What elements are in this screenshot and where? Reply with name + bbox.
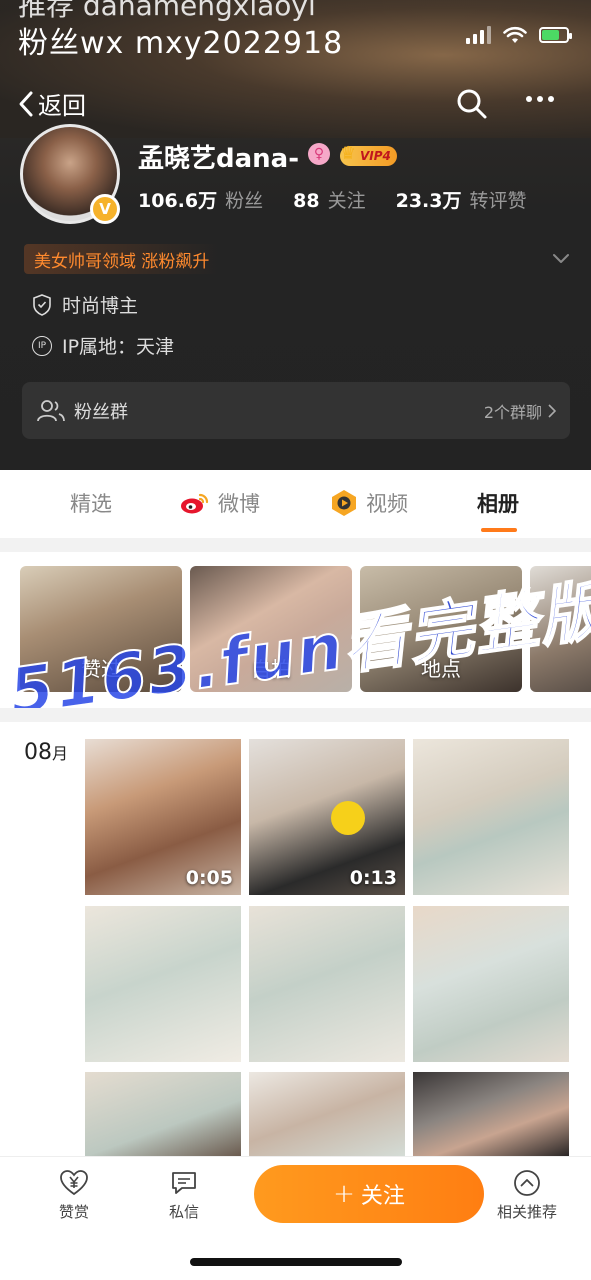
chevron-up-circle-icon (514, 1170, 540, 1196)
emoji-sticker (331, 801, 365, 835)
stat-label: 转评赞 (469, 190, 527, 212)
group-count-text: 2个群聊 (483, 402, 542, 422)
message-label: 私信 (168, 1203, 199, 1221)
grid-item[interactable] (413, 1072, 569, 1156)
chevron-down-icon (553, 254, 569, 263)
grid-item[interactable]: 0:13 (249, 739, 405, 895)
tab-label: 微博 (218, 492, 260, 516)
grid-item[interactable] (85, 906, 241, 1062)
dot-icon (537, 96, 543, 102)
grid-item[interactable]: 0:05 (85, 739, 241, 895)
tab-featured[interactable]: 精选 (70, 488, 112, 518)
vip-label: VIP4 (360, 149, 391, 163)
fan-group-count: 2个群聊 (484, 399, 556, 423)
signal-icon (466, 26, 491, 44)
battery-icon (539, 27, 572, 43)
video-duration: 0:05 (185, 867, 233, 889)
shield-check-icon (33, 293, 51, 316)
search-button[interactable] (456, 88, 488, 124)
top-nav: 返回 (0, 82, 591, 128)
dot-icon (526, 96, 532, 102)
profile-stats: 106.6万 粉丝 88 关注 23.3万 转评赞 (138, 186, 527, 213)
overlay-caption: 粉丝wx mxy2022918 (18, 26, 344, 61)
fan-group-label: 粉丝群 (74, 401, 128, 423)
tab-album[interactable]: 相册 (477, 488, 519, 518)
message-icon (172, 1172, 196, 1194)
group-icon (37, 399, 65, 421)
message-button[interactable]: 私信 (144, 1169, 224, 1222)
plus-icon: + (333, 1179, 355, 1209)
divider (0, 708, 591, 722)
stat-following[interactable]: 88 关注 (293, 186, 365, 213)
home-indicator[interactable] (190, 1258, 402, 1266)
profile-name: 孟晓艺dana- (138, 144, 300, 174)
chevron-left-icon (19, 91, 33, 116)
related-label: 相关推荐 (496, 1203, 557, 1221)
status-bar (466, 26, 572, 44)
back-label: 返回 (38, 92, 86, 120)
active-tab-indicator (481, 528, 517, 532)
grid-item[interactable] (85, 1072, 241, 1156)
month-heading: 08月 (24, 740, 68, 765)
follow-label: 关注 (360, 1184, 405, 1209)
expand-button[interactable] (552, 250, 570, 269)
tab-video[interactable]: 视频 (330, 488, 408, 518)
stat-value: 106.6万 (138, 190, 218, 212)
month-number: 08 (24, 740, 52, 765)
more-button[interactable] (526, 96, 554, 102)
profile-tag: 时尚博主 (62, 295, 139, 317)
search-icon (457, 89, 487, 119)
tab-weibo[interactable]: 微博 (180, 488, 260, 518)
divider (0, 538, 591, 552)
ip-icon: IP (32, 335, 52, 356)
crown-icon: ♛ (340, 143, 357, 164)
stat-value: 88 (293, 190, 320, 212)
video-duration: 0:13 (349, 867, 397, 889)
ranking-tagline[interactable]: 美女帅哥领域 涨粉飙升 (24, 244, 220, 274)
ip-location: IP属地：天津 (62, 336, 175, 358)
wifi-icon (503, 26, 527, 43)
related-button[interactable]: 相关推荐 (487, 1169, 567, 1222)
vip-badge[interactable]: ♛ VIP4 (340, 143, 397, 166)
stat-engagement[interactable]: 23.3万 转评赞 (396, 186, 527, 213)
female-icon: ♀ (308, 143, 330, 165)
video-icon (332, 490, 356, 516)
month-suffix: 月 (52, 744, 69, 763)
fan-group-row[interactable]: 粉丝群 2个群聊 (22, 382, 570, 439)
reward-label: 赞赏 (58, 1203, 89, 1221)
ip-location-row: IP IP属地：天津 (32, 332, 174, 359)
stat-followers[interactable]: 106.6万 粉丝 (138, 186, 263, 213)
tab-label: 视频 (366, 492, 408, 516)
profile-tag-row: 时尚博主 (32, 291, 138, 318)
stat-label: 关注 (327, 190, 366, 212)
verified-badge: V (90, 194, 120, 224)
grid-item[interactable] (249, 906, 405, 1062)
dot-icon (548, 96, 554, 102)
grid-item[interactable] (413, 906, 569, 1062)
weibo-icon (181, 493, 209, 514)
yen-heart-icon (60, 1170, 88, 1196)
tab-label: 精选 (70, 492, 112, 516)
grid-item[interactable] (249, 1072, 405, 1156)
follow-button[interactable]: + 关注 (254, 1165, 484, 1223)
stat-value: 23.3万 (395, 190, 462, 212)
grid-item[interactable] (413, 739, 569, 895)
reward-button[interactable]: 赞赏 (34, 1169, 114, 1222)
chevron-right-icon (548, 403, 556, 418)
tab-label: 相册 (477, 492, 519, 516)
stat-label: 粉丝 (225, 190, 264, 212)
back-button[interactable]: 返回 (16, 86, 86, 121)
